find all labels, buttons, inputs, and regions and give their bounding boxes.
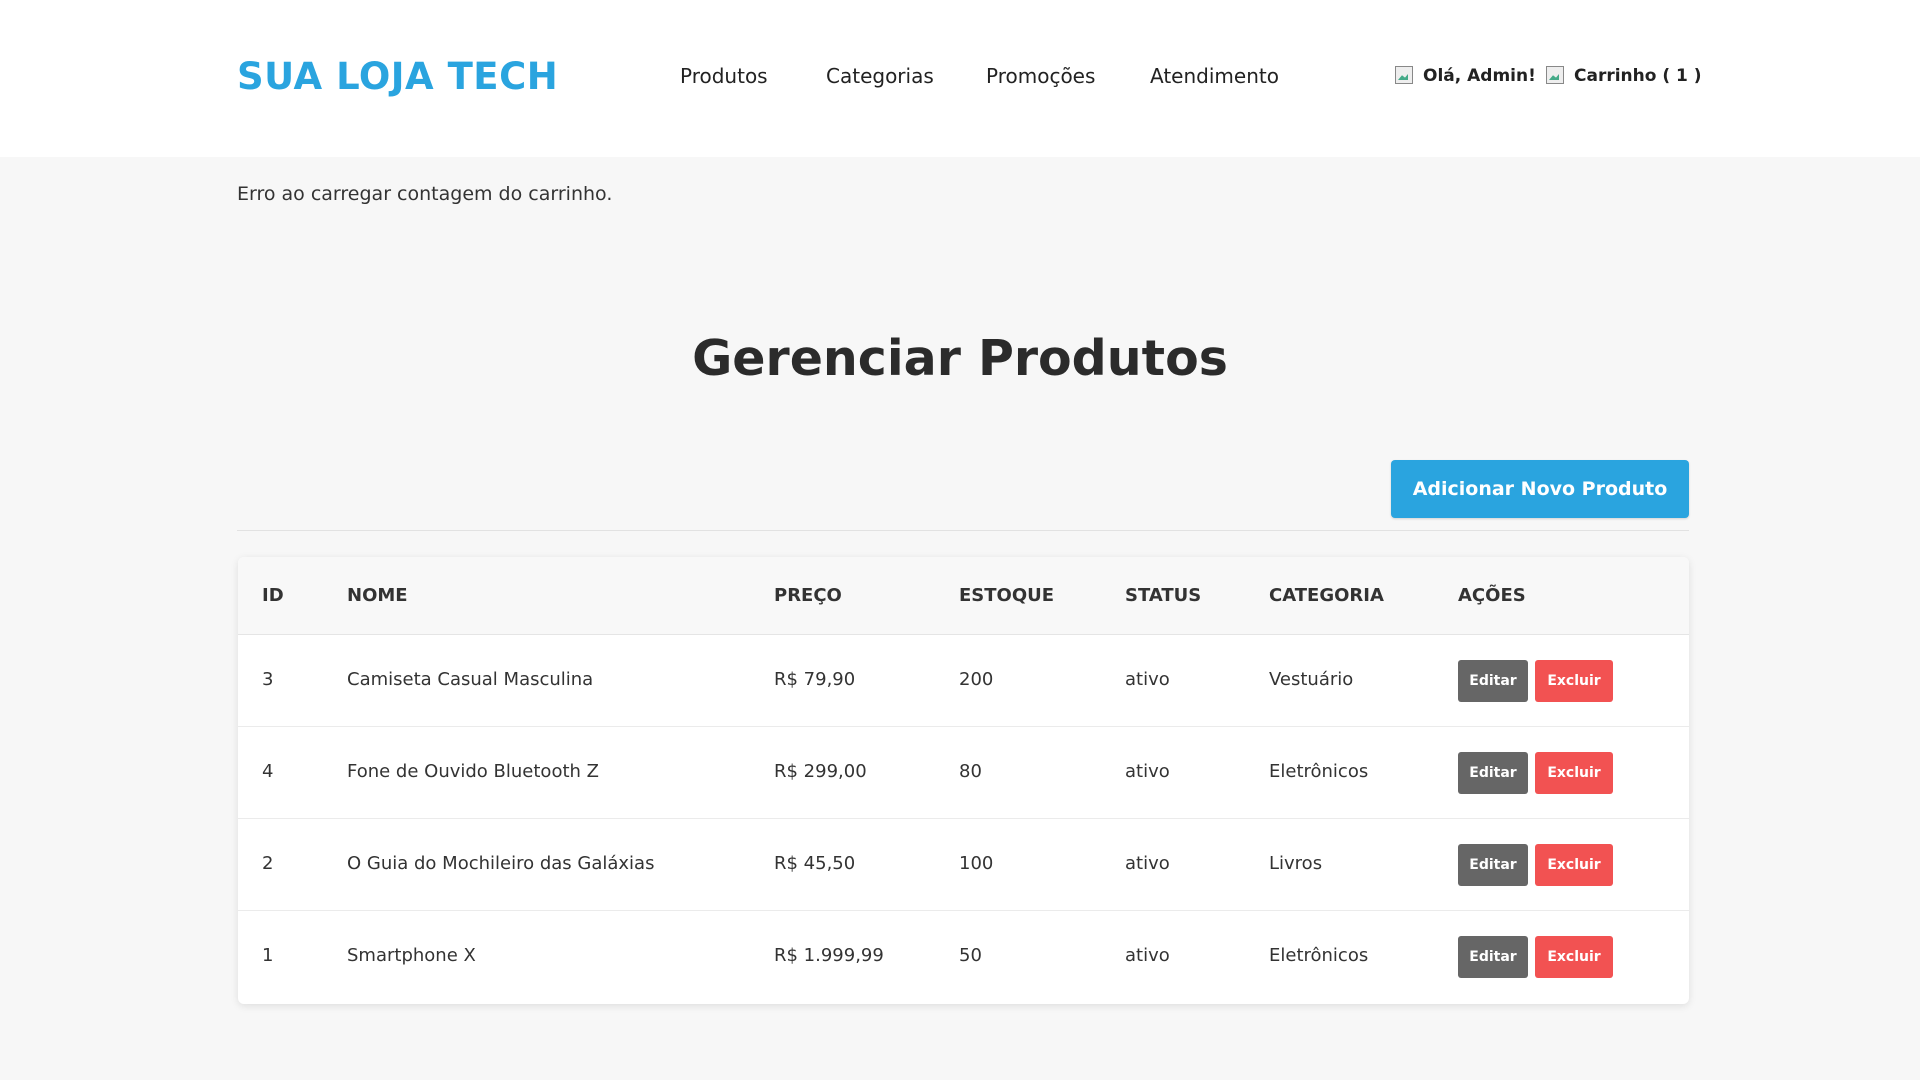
cart-label: Carrinho ( 1 ) [1574, 66, 1702, 86]
user-account-link[interactable]: Olá, Admin! [1395, 66, 1536, 86]
column-header-status: STATUS [1125, 585, 1202, 606]
edit-button[interactable]: Editar [1458, 752, 1528, 794]
nav-produtos[interactable]: Produtos [680, 64, 768, 88]
cell-categoria: Vestuário [1269, 669, 1354, 690]
cart-icon [1546, 66, 1564, 84]
table-row: 4 Fone de Ouvido Bluetooth Z R$ 299,00 8… [238, 727, 1689, 819]
site-header: SUA LOJA TECH Produtos Categorias Promoç… [0, 0, 1920, 157]
cart-error-message: Erro ao carregar contagem do carrinho. [237, 183, 613, 205]
products-table: ID NOME PREÇO ESTOQUE STATUS CATEGORIA A… [238, 557, 1689, 1004]
cell-preco: R$ 79,90 [774, 669, 856, 690]
nav-promocoes[interactable]: Promoções [986, 64, 1095, 88]
cell-categoria: Eletrônicos [1269, 761, 1369, 782]
cell-status: ativo [1125, 761, 1170, 782]
edit-button[interactable]: Editar [1458, 844, 1528, 886]
cell-nome: O Guia do Mochileiro das Galáxias [347, 853, 655, 874]
delete-button[interactable]: Excluir [1535, 844, 1613, 886]
section-divider [237, 530, 1689, 531]
page-title: Gerenciar Produtos [692, 330, 1228, 387]
column-header-categoria: CATEGORIA [1269, 585, 1384, 606]
column-header-id: ID [262, 585, 284, 606]
delete-button[interactable]: Excluir [1535, 660, 1613, 702]
add-product-button[interactable]: Adicionar Novo Produto [1391, 460, 1689, 518]
cell-id: 2 [262, 853, 274, 874]
cell-estoque: 80 [959, 761, 982, 782]
cell-preco: R$ 1.999,99 [774, 945, 884, 966]
cell-estoque: 100 [959, 853, 994, 874]
cell-preco: R$ 45,50 [774, 853, 856, 874]
cell-id: 4 [262, 761, 274, 782]
column-header-preco: PREÇO [774, 585, 842, 606]
cell-categoria: Livros [1269, 853, 1323, 874]
edit-button[interactable]: Editar [1458, 660, 1528, 702]
cell-status: ativo [1125, 853, 1170, 874]
cell-id: 1 [262, 945, 274, 966]
cell-id: 3 [262, 669, 274, 690]
delete-button[interactable]: Excluir [1535, 752, 1613, 794]
column-header-estoque: ESTOQUE [959, 585, 1055, 606]
cell-nome: Camiseta Casual Masculina [347, 669, 594, 690]
nav-atendimento[interactable]: Atendimento [1150, 64, 1279, 88]
cell-categoria: Eletrônicos [1269, 945, 1369, 966]
table-row: 1 Smartphone X R$ 1.999,99 50 ativo Elet… [238, 911, 1689, 1003]
cart-link[interactable]: Carrinho ( 1 ) [1546, 66, 1702, 86]
delete-button[interactable]: Excluir [1535, 936, 1613, 978]
cell-nome: Smartphone X [347, 945, 476, 966]
table-row: 3 Camiseta Casual Masculina R$ 79,90 200… [238, 635, 1689, 727]
cell-nome: Fone de Ouvido Bluetooth Z [347, 761, 599, 782]
table-row: 2 O Guia do Mochileiro das Galáxias R$ 4… [238, 819, 1689, 911]
user-greeting: Olá, Admin! [1423, 66, 1536, 86]
cell-estoque: 50 [959, 945, 982, 966]
edit-button[interactable]: Editar [1458, 936, 1528, 978]
column-header-nome: NOME [347, 585, 408, 606]
user-icon [1395, 66, 1413, 84]
cell-status: ativo [1125, 945, 1170, 966]
cell-estoque: 200 [959, 669, 994, 690]
table-header: ID NOME PREÇO ESTOQUE STATUS CATEGORIA A… [238, 557, 1689, 635]
cell-preco: R$ 299,00 [774, 761, 867, 782]
column-header-acoes: AÇÕES [1458, 585, 1526, 606]
cell-status: ativo [1125, 669, 1170, 690]
nav-categorias[interactable]: Categorias [826, 64, 934, 88]
site-logo[interactable]: SUA LOJA TECH [237, 55, 558, 98]
